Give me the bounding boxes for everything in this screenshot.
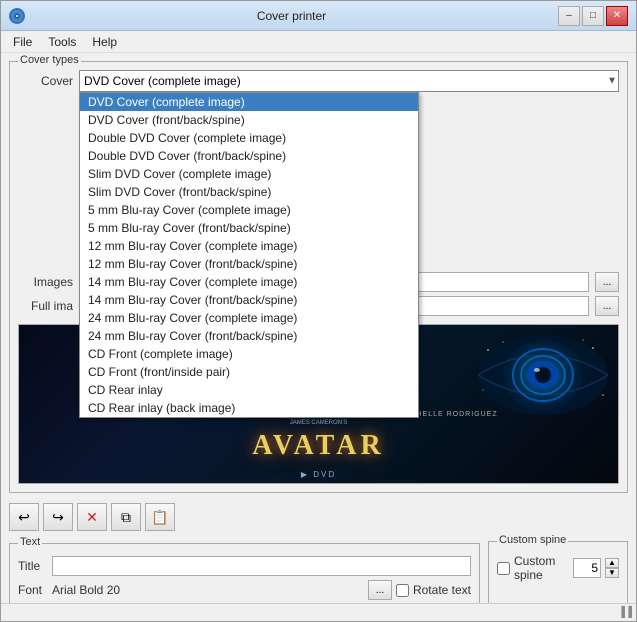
menubar: File Tools Help bbox=[1, 31, 636, 53]
close-button[interactable]: ✕ bbox=[606, 6, 628, 26]
images-label: Images bbox=[18, 275, 73, 289]
text-and-spine-row: Text Title Font Arial Bold 20 ... Rotate… bbox=[9, 541, 628, 603]
custom-spine-spinner: ▲ ▼ bbox=[605, 558, 619, 578]
menu-help[interactable]: Help bbox=[84, 33, 125, 51]
full-img-browse-btn[interactable]: ... bbox=[595, 296, 619, 316]
window-title: Cover printer bbox=[25, 9, 558, 23]
toolbar: ↩ ↪ ✕ ⧉ 📋 bbox=[9, 499, 628, 535]
dropdown-item-1[interactable]: DVD Cover (front/back/spine) bbox=[80, 111, 418, 129]
undo-button[interactable]: ↩ bbox=[9, 503, 39, 531]
rotate-text-label: Rotate text bbox=[396, 583, 471, 597]
dropdown-item-11[interactable]: 14 mm Blu-ray Cover (front/back/spine) bbox=[80, 291, 418, 309]
text-group-label: Text bbox=[18, 536, 42, 548]
poster-subtitle: ▶ DVD bbox=[301, 470, 336, 479]
custom-spine-label: Custom spine bbox=[497, 554, 569, 582]
dropdown-item-14[interactable]: CD Front (complete image) bbox=[80, 345, 418, 363]
main-window: Cover printer – □ ✕ File Tools Help Cove… bbox=[0, 0, 637, 622]
font-row: Font Arial Bold 20 ... Rotate text bbox=[18, 580, 471, 600]
window-controls: – □ ✕ bbox=[558, 6, 628, 26]
cover-types-label: Cover types bbox=[18, 54, 81, 66]
cover-type-select[interactable]: DVD Cover (complete image)DVD Cover (fro… bbox=[79, 70, 619, 92]
copy-button[interactable]: ⧉ bbox=[111, 503, 141, 531]
cover-label: Cover bbox=[18, 74, 73, 88]
font-browse-btn[interactable]: ... bbox=[368, 580, 392, 600]
dropdown-item-13[interactable]: 24 mm Blu-ray Cover (front/back/spine) bbox=[80, 327, 418, 345]
title-input[interactable] bbox=[52, 556, 471, 576]
avatar-eye bbox=[473, 330, 613, 420]
poster-director: JAMES CAMERON'S bbox=[290, 420, 348, 426]
menu-tools[interactable]: Tools bbox=[40, 33, 84, 51]
title-bar: Cover printer – □ ✕ bbox=[1, 1, 636, 31]
title-label: Title bbox=[18, 559, 48, 573]
dropdown-item-10[interactable]: 14 mm Blu-ray Cover (complete image) bbox=[80, 273, 418, 291]
main-content: Cover types Cover DVD Cover (complete im… bbox=[1, 53, 636, 603]
cover-row: Cover DVD Cover (complete image)DVD Cove… bbox=[18, 70, 619, 92]
dropdown-item-8[interactable]: 12 mm Blu-ray Cover (complete image) bbox=[80, 237, 418, 255]
menu-file[interactable]: File bbox=[5, 33, 40, 51]
custom-spine-input[interactable] bbox=[573, 558, 601, 578]
dropdown-item-3[interactable]: Double DVD Cover (front/back/spine) bbox=[80, 147, 418, 165]
delete-button[interactable]: ✕ bbox=[77, 503, 107, 531]
cover-type-dropdown[interactable]: DVD Cover (complete image) DVD Cover (fr… bbox=[79, 92, 419, 418]
custom-spine-group-label: Custom spine bbox=[497, 534, 568, 546]
custom-spine-group: Custom spine Custom spine ▲ ▼ bbox=[488, 541, 628, 603]
status-bar: ▐▐ bbox=[1, 603, 636, 621]
title-row: Title bbox=[18, 556, 471, 576]
full-img-label: Full ima bbox=[18, 299, 73, 313]
font-value: Arial Bold 20 bbox=[52, 583, 364, 597]
dropdown-item-5[interactable]: Slim DVD Cover (front/back/spine) bbox=[80, 183, 418, 201]
spine-up-btn[interactable]: ▲ bbox=[605, 558, 619, 568]
dropdown-item-9[interactable]: 12 mm Blu-ray Cover (front/back/spine) bbox=[80, 255, 418, 273]
text-group: Text Title Font Arial Bold 20 ... Rotate… bbox=[9, 543, 480, 603]
cover-types-group: Cover types Cover DVD Cover (complete im… bbox=[9, 61, 628, 493]
images-browse-btn[interactable]: ... bbox=[595, 272, 619, 292]
dropdown-item-12[interactable]: 24 mm Blu-ray Cover (complete image) bbox=[80, 309, 418, 327]
minimize-button[interactable]: – bbox=[558, 6, 580, 26]
dropdown-item-2[interactable]: Double DVD Cover (complete image) bbox=[80, 129, 418, 147]
dropdown-item-7[interactable]: 5 mm Blu-ray Cover (front/back/spine) bbox=[80, 219, 418, 237]
dropdown-item-16[interactable]: CD Rear inlay bbox=[80, 381, 418, 399]
dropdown-item-15[interactable]: CD Front (front/inside pair) bbox=[80, 363, 418, 381]
redo-button[interactable]: ↪ bbox=[43, 503, 73, 531]
dropdown-item-17[interactable]: CD Rear inlay (back image) bbox=[80, 399, 418, 417]
poster-title: AVATAR bbox=[252, 430, 384, 462]
cover-select-wrapper: DVD Cover (complete image)DVD Cover (fro… bbox=[79, 70, 619, 92]
status-text: ▐▐ bbox=[618, 607, 632, 618]
font-label: Font bbox=[18, 583, 48, 597]
maximize-button[interactable]: □ bbox=[582, 6, 604, 26]
dropdown-item-4[interactable]: Slim DVD Cover (complete image) bbox=[80, 165, 418, 183]
rotate-text-checkbox[interactable] bbox=[396, 584, 409, 597]
spine-down-btn[interactable]: ▼ bbox=[605, 568, 619, 578]
custom-spine-checkbox[interactable] bbox=[497, 562, 510, 575]
paste-button[interactable]: 📋 bbox=[145, 503, 175, 531]
dropdown-item-6[interactable]: 5 mm Blu-ray Cover (complete image) bbox=[80, 201, 418, 219]
dropdown-item-0[interactable]: DVD Cover (complete image) bbox=[80, 93, 418, 111]
window-icon bbox=[9, 8, 25, 24]
